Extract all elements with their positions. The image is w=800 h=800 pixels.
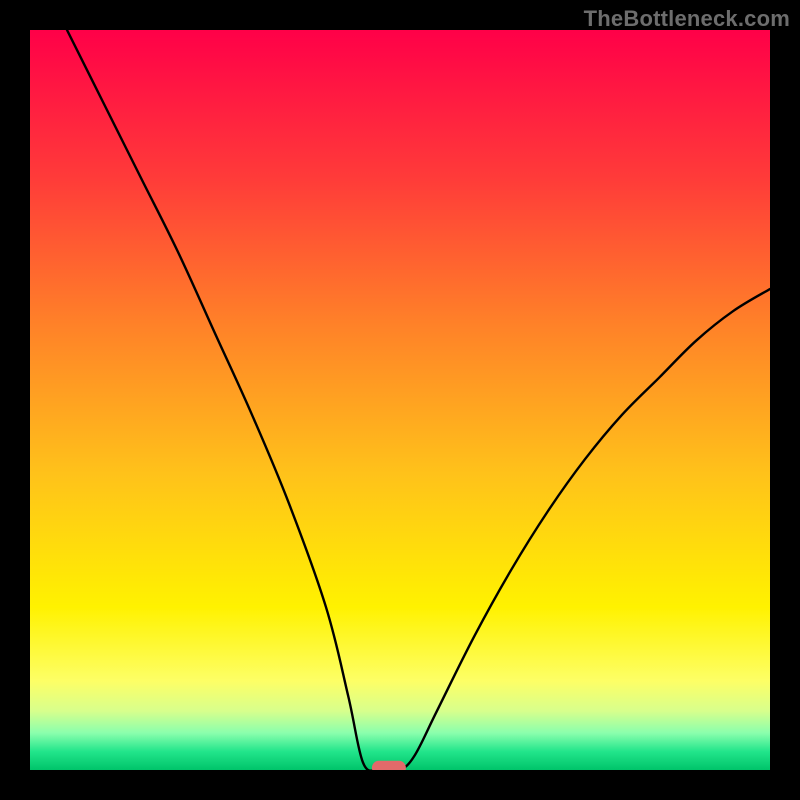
watermark-text: TheBottleneck.com (584, 6, 790, 32)
gradient-background (30, 30, 770, 770)
chart-container: TheBottleneck.com (0, 0, 800, 800)
optimal-marker (372, 761, 406, 770)
bottleneck-chart (30, 30, 770, 770)
plot-area (30, 30, 770, 770)
